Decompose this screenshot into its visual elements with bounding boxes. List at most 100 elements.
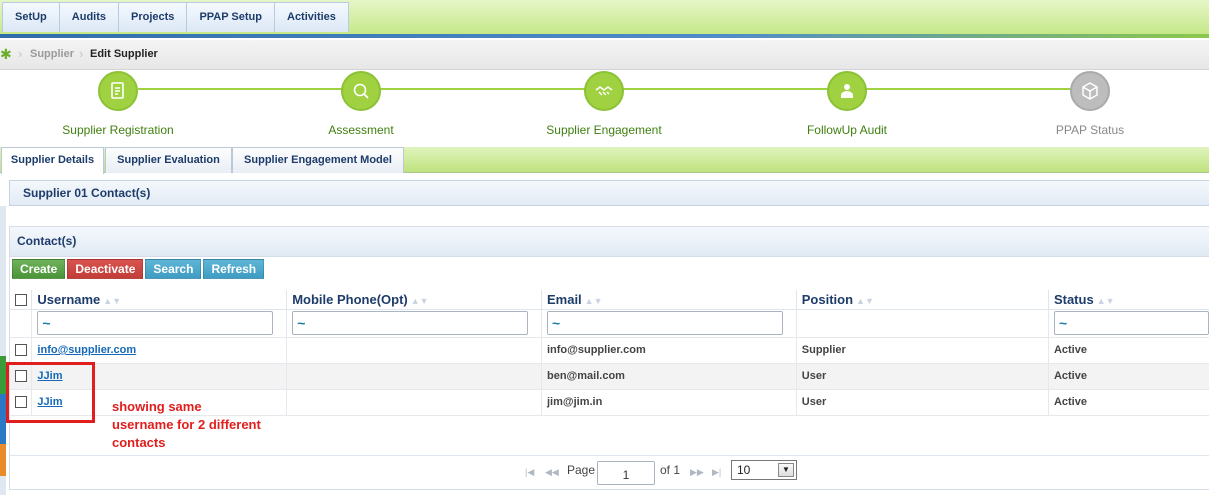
filter-cell-status: ~ (1048, 309, 1209, 338)
detail-tabs: Supplier Details Supplier Evaluation Sup… (0, 147, 1209, 174)
column-label: Email (546, 291, 582, 307)
step-label: FollowUp Audit (806, 123, 888, 137)
page-size-select[interactable]: 10 ▼ (731, 460, 797, 480)
strip-orange (0, 444, 6, 476)
deactivate-button[interactable]: Deactivate (67, 259, 144, 279)
menu-ppap-setup[interactable]: PPAP Setup (186, 2, 275, 32)
contacts-title: Contact(s) (17, 234, 77, 248)
position-cell: Supplier (796, 337, 1049, 364)
tab-supplier-details[interactable]: Supplier Details (1, 147, 104, 174)
handshake-icon (584, 71, 624, 111)
sort-icon: ▲▼ (1096, 295, 1115, 306)
mobile-cell (286, 337, 542, 364)
username-filter-input[interactable]: ~ (37, 311, 274, 335)
table-row: info@supplier.com info@supplier.com Supp… (10, 337, 1209, 364)
breadcrumb: ✱ › Supplier › Edit Supplier (0, 40, 1209, 70)
step-supplier-engagement[interactable]: Supplier Engagement (504, 71, 704, 137)
top-menu-bar: SetUp Audits Projects PPAP Setup Activit… (0, 0, 1209, 38)
first-page-icon[interactable]: |◀ (525, 467, 534, 478)
menu-audits[interactable]: Audits (58, 2, 120, 32)
step-supplier-registration[interactable]: Supplier Registration (18, 71, 218, 137)
status-cell: Active (1048, 389, 1209, 416)
filter-row: ~ ~ ~ ~ (10, 309, 1209, 338)
page-size-value: 10 (737, 463, 751, 477)
step-label: Assessment (328, 123, 394, 137)
page-count: of 1 (660, 463, 681, 477)
chevron-right-icon: › (79, 46, 84, 61)
select-all-checkbox[interactable] (15, 294, 27, 307)
sort-icon: ▲▼ (856, 295, 874, 306)
mobile-filter-input[interactable]: ~ (292, 311, 529, 335)
annotation-highlight-box (6, 362, 95, 423)
column-label: Mobile Phone(Opt) (292, 291, 408, 307)
status-filter-input[interactable]: ~ (1053, 311, 1209, 335)
tab-supplier-evaluation[interactable]: Supplier Evaluation (105, 147, 232, 173)
main-menu: SetUp Audits Projects PPAP Setup Activit… (2, 2, 349, 32)
step-label: Supplier Engagement (546, 123, 662, 137)
email-cell: jim@jim.in (541, 389, 797, 416)
column-label: Status (1053, 291, 1094, 307)
last-page-icon[interactable]: ▶| (712, 467, 721, 478)
row-select-cell (10, 337, 33, 364)
column-header-position[interactable]: Position ▲▼ (796, 290, 1049, 310)
audit-icon (827, 71, 867, 111)
step-label: PPAP Status (1055, 123, 1125, 137)
contacts-panel-header: Contact(s) (10, 227, 1209, 257)
menu-activities[interactable]: Activities (274, 2, 349, 32)
page-number-input[interactable]: 1 (597, 461, 655, 485)
registration-icon (98, 71, 138, 111)
column-header-username[interactable]: Username ▲▼ (31, 290, 288, 310)
menu-projects[interactable]: Projects (118, 2, 188, 32)
email-filter-input[interactable]: ~ (546, 311, 783, 335)
pager: |◀ ◀◀ Page 1 of 1 ▶▶ ▶| 10 ▼ (10, 455, 1209, 489)
tab-supplier-engagement-model[interactable]: Supplier Engagement Model (232, 147, 404, 173)
position-cell: User (796, 363, 1049, 390)
column-label: Position (801, 291, 854, 307)
cube-icon (1070, 71, 1110, 111)
select-all-cell (10, 290, 33, 310)
chevron-right-icon: › (18, 46, 23, 61)
left-side-strip (0, 206, 6, 495)
sort-icon: ▲▼ (410, 295, 429, 306)
sort-icon: ▲▼ (584, 295, 603, 306)
filter-cell-mobile: ~ (286, 309, 542, 338)
filter-cell-empty (10, 309, 33, 338)
refresh-button[interactable]: Refresh (203, 259, 265, 279)
table-header-row: Username ▲▼ Mobile Phone(Opt) ▲▼ Email ▲▼ P… (10, 290, 1209, 310)
filter-cell-email: ~ (541, 309, 797, 338)
create-button[interactable]: Create (12, 259, 66, 279)
username-cell: info@supplier.com (31, 337, 288, 364)
prev-page-icon[interactable]: ◀◀ (545, 467, 559, 478)
progress-stepper: Supplier Registration Assessment Supplie… (0, 71, 1209, 145)
column-header-status[interactable]: Status ▲▼ (1048, 290, 1209, 310)
breadcrumb-supplier[interactable]: Supplier (30, 48, 74, 60)
column-header-email[interactable]: Email ▲▼ (541, 290, 797, 310)
position-cell: User (796, 389, 1049, 416)
filter-cell-username: ~ (31, 309, 288, 338)
column-label: Username (37, 291, 101, 307)
search-button[interactable]: Search (145, 259, 202, 279)
step-assessment[interactable]: Assessment (261, 71, 461, 137)
menu-stripe (0, 34, 1209, 38)
assessment-icon (341, 71, 381, 111)
email-cell: ben@mail.com (541, 363, 797, 390)
page-label: Page (567, 463, 596, 477)
step-followup-audit[interactable]: FollowUp Audit (747, 71, 947, 137)
grid-toolbar: Create Deactivate Search Refresh (12, 259, 266, 281)
menu-setup[interactable]: SetUp (2, 2, 60, 32)
annotation-text: showing same username for 2 different co… (112, 399, 261, 450)
mobile-cell (286, 363, 542, 390)
next-page-icon[interactable]: ▶▶ (690, 467, 704, 478)
step-ppap-status[interactable]: PPAP Status (990, 71, 1190, 137)
mobile-cell (286, 389, 542, 416)
email-cell: info@supplier.com (541, 337, 797, 364)
contacts-section-header[interactable]: Supplier 01 Contact(s) (9, 180, 1209, 206)
row-checkbox[interactable] (15, 344, 27, 357)
username-link[interactable]: info@supplier.com (37, 344, 136, 356)
chevron-down-icon: ▼ (778, 463, 794, 477)
sort-icon: ▲▼ (103, 295, 122, 306)
status-cell: Active (1048, 363, 1209, 390)
home-icon[interactable]: ✱ (0, 47, 14, 61)
filter-cell-position (796, 309, 1049, 338)
column-header-mobile[interactable]: Mobile Phone(Opt) ▲▼ (286, 290, 542, 310)
